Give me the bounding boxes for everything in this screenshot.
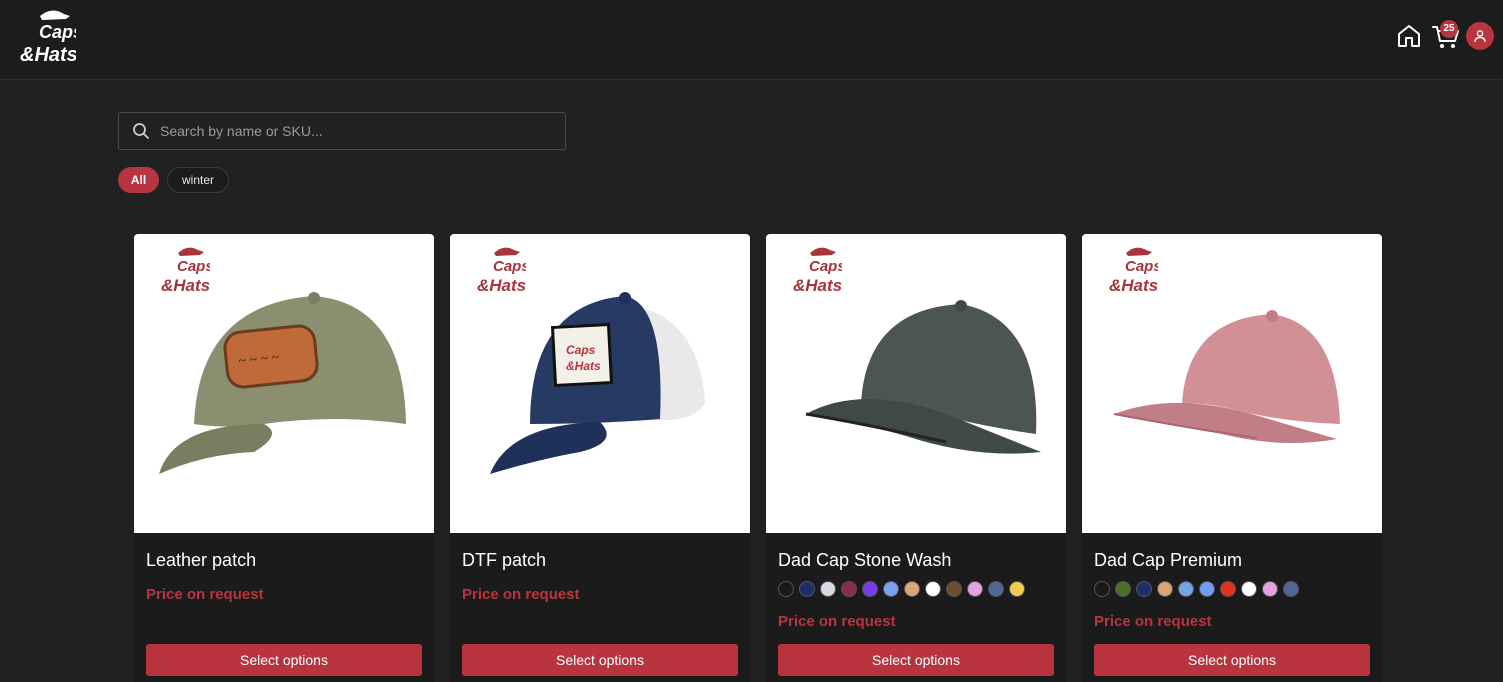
search-input[interactable] (158, 115, 565, 147)
product-image[interactable]: Caps &Hats ~ ~ ~ ~ (134, 234, 434, 533)
patch-text-hats: &Hats (566, 359, 601, 373)
product-card[interactable]: Caps &Hats Dad Cap Premium Price on requ… (1082, 234, 1382, 682)
product-image[interactable]: Caps &Hats Caps &Hats (450, 234, 750, 533)
select-options-button[interactable]: Select options (146, 644, 422, 676)
color-swatch[interactable] (1283, 581, 1299, 597)
caps-and-hats-logo[interactable]: Caps &Hats (18, 6, 76, 68)
color-swatch[interactable] (1241, 581, 1257, 597)
user-icon (1474, 30, 1486, 43)
top-bar: Caps &Hats 25 (0, 0, 1503, 80)
color-swatch[interactable] (1115, 581, 1131, 597)
product-logo-text-caps: Caps (493, 258, 526, 275)
cart-count-badge: 25 (1440, 20, 1458, 38)
patch-text-caps: Caps (566, 343, 596, 357)
product-name[interactable]: Dad Cap Stone Wash (778, 550, 951, 571)
product-card[interactable]: Caps &Hats Caps &Hats DTF patch Price on… (450, 234, 750, 682)
color-swatches (778, 581, 1025, 597)
color-swatch[interactable] (841, 581, 857, 597)
filter-chip-winter[interactable]: winter (167, 167, 229, 193)
product-name[interactable]: Dad Cap Premium (1094, 550, 1242, 571)
filter-chip-all[interactable]: All (118, 167, 159, 193)
home-icon[interactable] (1396, 23, 1422, 49)
logo-text-caps: Caps (39, 22, 76, 42)
color-swatch[interactable] (946, 581, 962, 597)
search-icon (133, 123, 149, 139)
product-card[interactable]: Caps &Hats Dad Cap Stone Wash Price on r… (766, 234, 1066, 682)
cap-illustration (1113, 310, 1340, 443)
cap-illustration: ~ ~ ~ ~ (159, 292, 406, 474)
color-swatch[interactable] (1157, 581, 1173, 597)
product-name[interactable]: DTF patch (462, 550, 546, 571)
color-swatch[interactable] (820, 581, 836, 597)
product-logo-text-caps: Caps (809, 258, 842, 275)
color-swatch[interactable] (862, 581, 878, 597)
cap-illustration (805, 300, 1041, 454)
select-options-button[interactable]: Select options (778, 644, 1054, 676)
color-swatch[interactable] (799, 581, 815, 597)
search-box (118, 112, 566, 150)
color-swatch[interactable] (988, 581, 1004, 597)
color-swatch[interactable] (778, 581, 794, 597)
product-image[interactable]: Caps &Hats (1082, 234, 1382, 533)
color-swatch[interactable] (883, 581, 899, 597)
color-swatch[interactable] (904, 581, 920, 597)
product-image[interactable]: Caps &Hats (766, 234, 1066, 533)
color-swatches (1094, 581, 1299, 597)
select-options-button[interactable]: Select options (462, 644, 738, 676)
color-swatch[interactable] (1094, 581, 1110, 597)
color-swatch[interactable] (1262, 581, 1278, 597)
product-price: Price on request (1094, 613, 1212, 630)
user-account-button[interactable] (1466, 22, 1494, 50)
product-card[interactable]: Caps &Hats ~ ~ ~ ~ Leather patch Price o… (134, 234, 434, 682)
logo-text-hats: &Hats (20, 44, 76, 66)
product-logo-text-caps: Caps (1125, 258, 1158, 275)
select-options-button[interactable]: Select options (1094, 644, 1370, 676)
product-price: Price on request (146, 586, 264, 603)
cap-illustration: Caps &Hats (490, 292, 705, 474)
product-logo-text-caps: Caps (177, 258, 210, 275)
color-swatch[interactable] (1199, 581, 1215, 597)
product-name[interactable]: Leather patch (146, 550, 256, 571)
color-swatch[interactable] (1009, 581, 1025, 597)
color-swatch[interactable] (967, 581, 983, 597)
product-price: Price on request (462, 586, 580, 603)
color-swatch[interactable] (1136, 581, 1152, 597)
color-swatch[interactable] (1178, 581, 1194, 597)
product-price: Price on request (778, 613, 896, 630)
color-swatch[interactable] (925, 581, 941, 597)
color-swatch[interactable] (1220, 581, 1236, 597)
